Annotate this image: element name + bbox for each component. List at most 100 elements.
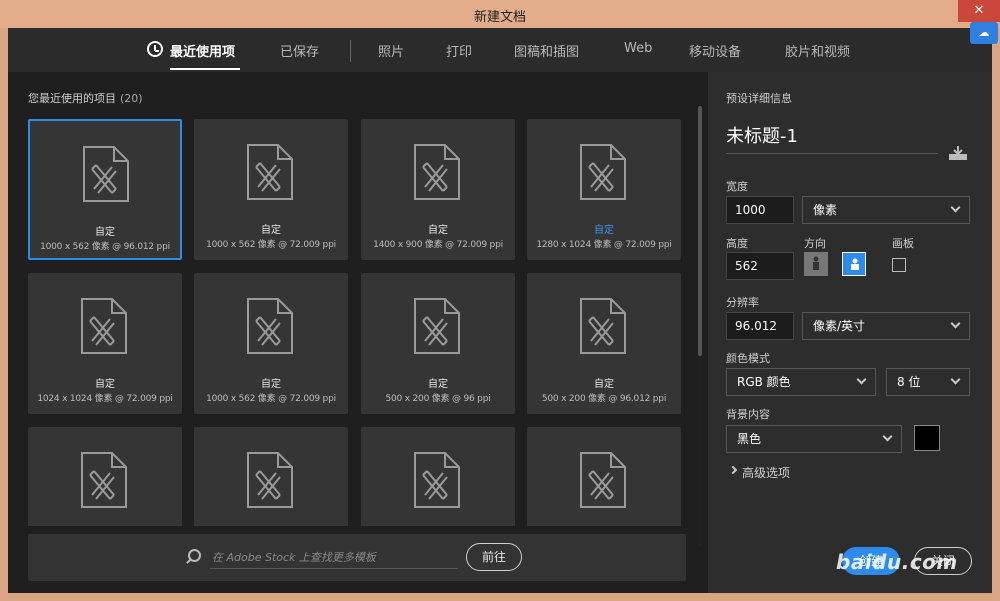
height-label: 高度: [726, 237, 748, 250]
resolution-unit-value: 像素/英寸: [813, 319, 866, 333]
color-mode-select[interactable]: RGB 颜色: [726, 368, 876, 396]
width-unit-select[interactable]: 像素: [802, 196, 970, 224]
preset-card[interactable]: 自定 1000 x 562 像素 @ 96.012 ppi: [28, 119, 182, 260]
cloud-icon[interactable]: ☁: [970, 22, 998, 44]
search-icon: [188, 549, 201, 562]
background-value: 黑色: [737, 432, 762, 446]
preset-card[interactable]: 自定 1000 x 562 像素 @ 72.009 ppi: [194, 119, 348, 260]
preset-card[interactable]: [361, 427, 515, 526]
document-icon: [413, 143, 461, 201]
active-tab-indicator: [170, 68, 240, 70]
color-mode-label: 颜色模式: [726, 352, 770, 365]
preset-card[interactable]: 自定 1024 x 1024 像素 @ 72.009 ppi: [28, 273, 182, 414]
recent-count: (20): [120, 92, 143, 105]
color-mode-value: RGB 颜色: [737, 375, 791, 389]
preset-card[interactable]: 自定 500 x 200 像素 @ 96.012 ppi: [527, 273, 681, 414]
background-color-swatch[interactable]: [914, 425, 940, 451]
preset-card[interactable]: 自定 1000 x 562 像素 @ 72.009 ppi: [194, 273, 348, 414]
recent-panel: 您最近使用的项目 (20) 自定 1000 x 562 像素 @ 96.012 pp…: [8, 72, 708, 593]
watermark-text: baidu.com: [836, 550, 958, 574]
width-input[interactable]: 1000: [726, 196, 794, 224]
document-icon: [246, 451, 294, 509]
preset-card[interactable]: [527, 427, 681, 526]
go-button[interactable]: 前往: [466, 543, 522, 571]
preset-card-dimensions: 1000 x 562 像素 @ 72.009 ppi: [206, 394, 336, 404]
chevron-down-icon: [950, 374, 961, 385]
chevron-right-icon: [728, 465, 738, 475]
chevron-down-icon: [856, 374, 867, 385]
preset-card[interactable]: [28, 427, 182, 526]
save-preset-icon[interactable]: [948, 145, 968, 161]
new-document-dialog: 最近使用项 已保存 照片 打印 图稿和插图 Web 移动设备 胶片和视频 您最近…: [8, 28, 992, 593]
resolution-input[interactable]: 96.012: [726, 312, 794, 340]
chevron-down-icon: [950, 318, 961, 329]
tab-print[interactable]: 打印: [446, 41, 472, 60]
preset-card-name: 自定: [261, 225, 281, 236]
tab-saved[interactable]: 已保存: [280, 41, 319, 60]
preset-card[interactable]: 自定 500 x 200 像素 @ 96 ppi: [361, 273, 515, 414]
bit-depth-value: 8 位: [897, 375, 921, 389]
preset-card[interactable]: 自定 1280 x 1024 像素 @ 72.009 ppi: [527, 119, 681, 260]
document-icon: [80, 297, 128, 355]
stock-search-input[interactable]: [210, 547, 458, 569]
preset-card[interactable]: [194, 427, 348, 526]
preset-card-name: 自定: [261, 379, 281, 390]
resolution-label: 分辨率: [726, 296, 759, 309]
orientation-label: 方向: [804, 237, 826, 250]
title-bar: 新建文档 ✕: [0, 0, 1000, 28]
window-title: 新建文档: [473, 10, 526, 25]
preset-card-name: 自定: [428, 379, 448, 390]
window-close-button[interactable]: ✕: [958, 0, 1000, 22]
preset-header: 预设详细信息: [726, 92, 792, 105]
tab-web[interactable]: Web: [624, 41, 652, 56]
chevron-down-icon: [950, 202, 961, 213]
artboard-label: 画板: [892, 237, 914, 250]
preset-card[interactable]: 自定 1400 x 900 像素 @ 72.009 ppi: [361, 119, 515, 260]
preset-card-dimensions: 1400 x 900 像素 @ 72.009 ppi: [373, 240, 503, 250]
person-icon: [851, 258, 859, 270]
tab-art-illustration[interactable]: 图稿和插图: [514, 41, 579, 60]
preset-card-name: 自定: [95, 227, 115, 238]
preset-card-dimensions: 1024 x 1024 像素 @ 72.009 ppi: [37, 394, 173, 404]
document-icon: [579, 143, 627, 201]
tab-mobile[interactable]: 移动设备: [689, 41, 741, 60]
tab-photo[interactable]: 照片: [378, 41, 404, 60]
preset-card-dimensions: 500 x 200 像素 @ 96.012 ppi: [541, 394, 667, 404]
height-input[interactable]: 562: [726, 252, 794, 280]
document-icon: [579, 297, 627, 355]
recent-title-text: 您最近使用的项目: [28, 92, 116, 105]
preset-card-name: 自定: [594, 379, 614, 390]
chevron-down-icon: [882, 431, 893, 442]
preset-card-dimensions: 1000 x 562 像素 @ 96.012 ppi: [40, 242, 170, 252]
recent-section-title: 您最近使用的项目 (20): [28, 90, 143, 106]
document-icon: [413, 451, 461, 509]
preset-card-dimensions: 500 x 200 像素 @ 96 ppi: [385, 394, 491, 404]
preset-card-name: 自定: [594, 225, 614, 236]
background-label: 背景内容: [726, 408, 770, 421]
document-icon: [413, 297, 461, 355]
stock-search-bar: 前往: [28, 534, 686, 581]
portrait-button[interactable]: [804, 252, 828, 276]
document-icon: [579, 451, 627, 509]
document-icon: [246, 297, 294, 355]
document-icon: [80, 451, 128, 509]
artboard-checkbox[interactable]: [892, 258, 906, 272]
scrollbar-thumb[interactable]: [698, 106, 702, 356]
document-name-field[interactable]: 未标题-1: [726, 122, 938, 154]
tab-film-video[interactable]: 胶片和视频: [785, 41, 850, 60]
clock-icon: [147, 41, 163, 57]
recent-grid: 自定 1000 x 562 像素 @ 96.012 ppi 自定 1000 x 562…: [28, 119, 684, 526]
landscape-button[interactable]: [842, 252, 866, 276]
tab-bar: 最近使用项 已保存 照片 打印 图稿和插图 Web 移动设备 胶片和视频: [8, 28, 992, 72]
resolution-unit-select[interactable]: 像素/英寸: [802, 312, 970, 340]
tab-divider: [350, 40, 351, 62]
tab-recent[interactable]: 最近使用项: [170, 41, 235, 60]
preset-card-dimensions: 1000 x 562 像素 @ 72.009 ppi: [206, 240, 336, 250]
bit-depth-select[interactable]: 8 位: [886, 368, 970, 396]
preset-card-name: 自定: [95, 379, 115, 390]
width-unit-value: 像素: [813, 203, 838, 217]
advanced-options-toggle[interactable]: 高级选项: [742, 464, 790, 481]
document-icon: [246, 143, 294, 201]
document-icon: [82, 145, 130, 203]
background-select[interactable]: 黑色: [726, 425, 902, 453]
